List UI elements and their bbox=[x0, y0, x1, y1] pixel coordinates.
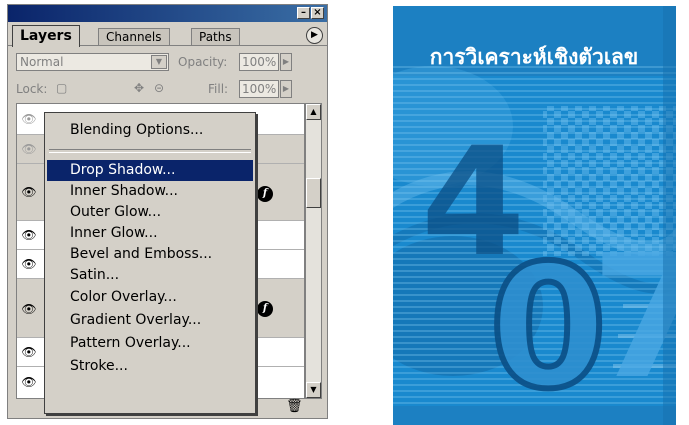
menu-item-inner-shadow[interactable]: Inner Shadow... bbox=[47, 181, 253, 202]
menu-item-satin[interactable]: Satin... bbox=[47, 265, 253, 286]
menu-item-pattern-overlay[interactable]: Pattern Overlay... bbox=[47, 333, 253, 354]
eye-icon[interactable]: 👁 bbox=[19, 254, 39, 274]
menu-item-stroke[interactable]: Stroke... bbox=[47, 356, 253, 377]
fill-label: Fill: bbox=[208, 82, 229, 96]
chevron-down-icon[interactable]: ▼ bbox=[151, 55, 167, 69]
eye-icon[interactable]: 👁 bbox=[19, 139, 39, 159]
menu-item-outer-glow[interactable]: Outer Glow... bbox=[47, 202, 253, 223]
palette-tabs: Layers Channels Paths ▶ bbox=[8, 24, 327, 47]
menu-item-blending-options[interactable]: Blending Options... bbox=[47, 120, 253, 141]
effects-icon[interactable]: f bbox=[257, 301, 273, 317]
tab-layers[interactable]: Layers bbox=[12, 25, 80, 47]
menu-item-drop-shadow[interactable]: Drop Shadow... bbox=[47, 160, 253, 181]
lock-all-icon[interactable]: ⊝ bbox=[154, 81, 164, 95]
minimize-icon[interactable]: – bbox=[297, 7, 310, 19]
lock-row: Lock: ▢ ✥ ⊝ Fill: 100% ▶ bbox=[8, 79, 327, 101]
eye-icon[interactable]: 👁 bbox=[19, 182, 39, 202]
fill-arrow-icon[interactable]: ▶ bbox=[280, 80, 292, 98]
eye-icon[interactable]: 👁 bbox=[19, 342, 39, 362]
effects-icon[interactable]: f bbox=[257, 186, 273, 202]
tab-paths[interactable]: Paths bbox=[191, 28, 240, 46]
cover-artwork: 4 0 7 การวิเคราะห์เชิงตัวเลข bbox=[393, 6, 676, 425]
palette-menu-icon[interactable]: ▶ bbox=[306, 27, 323, 44]
blend-mode-value: Normal bbox=[20, 55, 64, 69]
scroll-thumb[interactable] bbox=[306, 178, 321, 208]
menu-item-inner-glow[interactable]: Inner Glow... bbox=[47, 223, 253, 244]
cover-title: การวิเคราะห์เชิงตัวเลข bbox=[430, 45, 639, 69]
scroll-up-icon[interactable]: ▲ bbox=[306, 104, 321, 120]
lock-label: Lock: bbox=[16, 82, 48, 96]
eye-icon[interactable]: 👁 bbox=[19, 109, 39, 129]
opacity-arrow-icon[interactable]: ▶ bbox=[280, 53, 292, 71]
menu-separator bbox=[49, 149, 251, 153]
eye-icon[interactable]: 👁 bbox=[19, 372, 39, 392]
palette-titlebar[interactable]: – × bbox=[8, 5, 327, 22]
layers-scrollbar[interactable]: ▲ ▼ bbox=[305, 103, 322, 399]
menu-item-bevel-emboss[interactable]: Bevel and Emboss... bbox=[47, 244, 253, 265]
cover-digit-0: 0 bbox=[489, 229, 607, 425]
lock-position-icon[interactable]: ✥ bbox=[134, 81, 144, 95]
blend-mode-select[interactable]: Normal ▼ bbox=[16, 53, 169, 71]
tab-channels[interactable]: Channels bbox=[98, 28, 170, 46]
close-icon[interactable]: × bbox=[311, 7, 324, 19]
eye-icon[interactable]: 👁 bbox=[19, 299, 39, 319]
eye-icon[interactable]: 👁 bbox=[19, 225, 39, 245]
trash-icon[interactable]: 🗑 bbox=[286, 399, 303, 414]
scroll-down-icon[interactable]: ▼ bbox=[306, 382, 321, 398]
layer-style-menu: Blending Options... Drop Shadow... Inner… bbox=[44, 112, 256, 414]
book-cover: 4 0 7 การวิเคราะห์เชิงตัวเลข bbox=[393, 6, 676, 425]
lock-transparency-icon[interactable]: ▢ bbox=[56, 81, 67, 95]
menu-item-color-overlay[interactable]: Color Overlay... bbox=[47, 287, 253, 308]
opacity-label: Opacity: bbox=[178, 55, 228, 69]
opacity-field[interactable]: 100% bbox=[239, 53, 279, 71]
menu-item-gradient-overlay[interactable]: Gradient Overlay... bbox=[47, 310, 253, 331]
fill-field[interactable]: 100% bbox=[239, 80, 279, 98]
